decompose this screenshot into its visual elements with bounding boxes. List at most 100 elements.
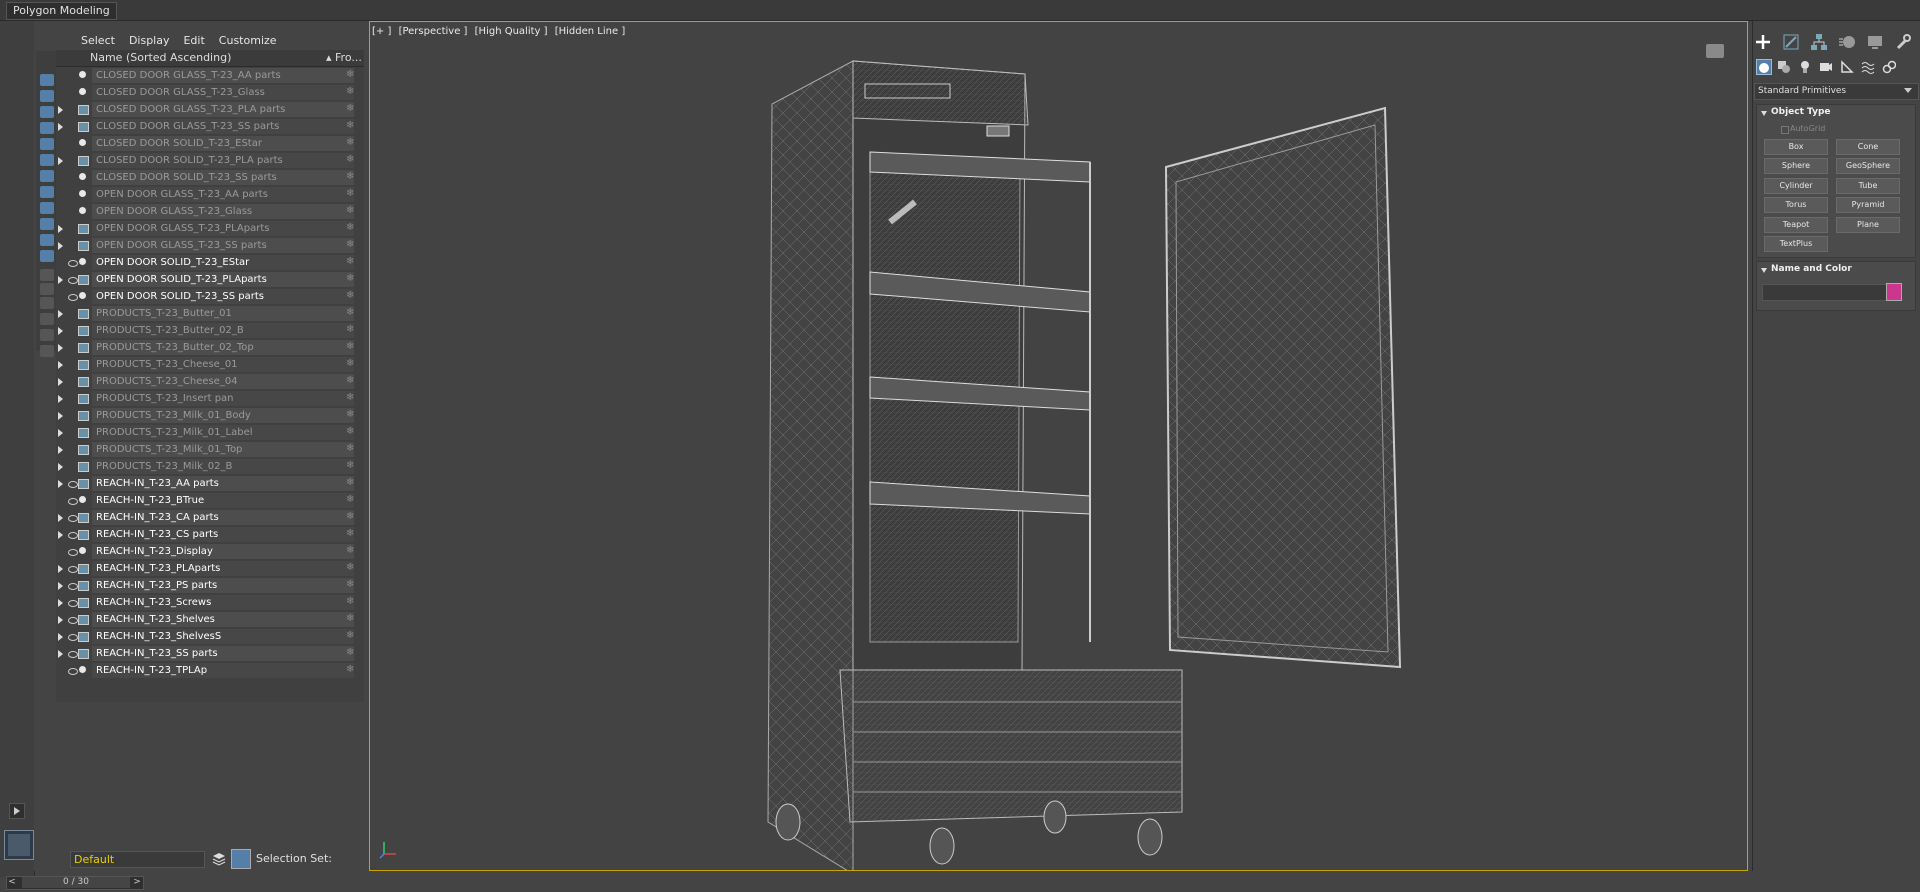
list-item[interactable]: CLOSED DOOR SOLID_T-23_SS parts ❄	[56, 169, 364, 186]
freeze-icon[interactable]: ❄	[346, 206, 356, 216]
spacewarp-filter-icon[interactable]	[40, 154, 54, 166]
visibility-eye-icon[interactable]	[68, 515, 78, 522]
freeze-icon[interactable]: ❄	[346, 410, 356, 420]
list-item[interactable]: CLOSED DOOR SOLID_T-23_EStar ❄	[56, 135, 364, 152]
freeze-icon[interactable]: ❄	[346, 87, 356, 97]
cone-button[interactable]: Cone	[1836, 139, 1900, 155]
freeze-icon[interactable]: ❄	[346, 172, 356, 182]
pyramid-button[interactable]: Pyramid	[1836, 197, 1900, 213]
light-filter-icon[interactable]	[40, 106, 54, 118]
visibility-eye-icon[interactable]	[68, 294, 78, 301]
time-slider-label[interactable]: 0 / 30	[22, 877, 130, 888]
visibility-eye-icon[interactable]	[68, 617, 78, 624]
object-name-field[interactable]	[1762, 284, 1890, 301]
show-none-icon[interactable]	[40, 283, 54, 295]
list-item[interactable]: REACH-IN_T-23_SS parts ❄	[56, 645, 364, 662]
list-item[interactable]: REACH-IN_T-23_Shelves ❄	[56, 611, 364, 628]
freeze-icon[interactable]: ❄	[346, 308, 356, 318]
expand-arrow-icon[interactable]	[58, 327, 63, 335]
filter-options-icon[interactable]	[40, 313, 54, 325]
list-item[interactable]: REACH-IN_T-23_BTrue ❄	[56, 492, 364, 509]
list-item[interactable]: PRODUCTS_T-23_Milk_01_Body ❄	[56, 407, 364, 424]
funnel-icon[interactable]	[40, 329, 54, 341]
frozen-column-header[interactable]: ▴ Fro...	[326, 50, 362, 66]
expand-arrow-icon[interactable]	[58, 650, 63, 658]
shape-filter-icon[interactable]	[40, 90, 54, 102]
freeze-icon[interactable]: ❄	[346, 461, 356, 471]
expand-arrow-icon[interactable]	[58, 276, 63, 284]
collapse-caret-icon[interactable]	[1761, 111, 1767, 116]
list-item[interactable]: OPEN DOOR SOLID_T-23_EStar ❄	[56, 254, 364, 271]
expand-arrow-icon[interactable]	[58, 310, 63, 318]
list-item[interactable]: REACH-IN_T-23_CS parts ❄	[56, 526, 364, 543]
expand-arrow-icon[interactable]	[58, 123, 63, 131]
expand-arrow-icon[interactable]	[58, 429, 63, 437]
freeze-icon[interactable]: ❄	[346, 291, 356, 301]
list-item[interactable]: PRODUCTS_T-23_Butter_02_Top ❄	[56, 339, 364, 356]
list-item[interactable]: PRODUCTS_T-23_Cheese_04 ❄	[56, 373, 364, 390]
viewport-shading-menu[interactable]: [Hidden Line ]	[555, 26, 625, 37]
list-item[interactable]: REACH-IN_T-23_Display ❄	[56, 543, 364, 560]
torus-button[interactable]: Torus	[1764, 197, 1828, 213]
group-filter-icon[interactable]	[40, 170, 54, 182]
list-item[interactable]: PRODUCTS_T-23_Milk_02_B ❄	[56, 458, 364, 475]
freeze-icon[interactable]: ❄	[346, 478, 356, 488]
expand-arrow-icon[interactable]	[58, 565, 63, 573]
freeze-icon[interactable]: ❄	[346, 563, 356, 573]
expand-arrow-icon[interactable]	[58, 480, 63, 488]
list-item[interactable]: OPEN DOOR SOLID_T-23_PLAparts ❄	[56, 271, 364, 288]
expand-arrow-icon[interactable]	[58, 395, 63, 403]
freeze-icon[interactable]: ❄	[346, 257, 356, 267]
list-item[interactable]: OPEN DOOR SOLID_T-23_SS parts ❄	[56, 288, 364, 305]
list-item[interactable]: OPEN DOOR GLASS_T-23_AA parts ❄	[56, 186, 364, 203]
bone-filter-icon[interactable]	[40, 202, 54, 214]
freeze-icon[interactable]: ❄	[346, 393, 356, 403]
freeze-icon[interactable]: ❄	[346, 121, 356, 131]
freeze-icon[interactable]: ❄	[346, 546, 356, 556]
expand-arrow-icon[interactable]	[58, 344, 63, 352]
hidden-filter-icon[interactable]	[40, 250, 54, 262]
viewport-label-menu[interactable]: [+ ] [Perspective ] [High Quality ] [Hid…	[372, 26, 629, 37]
visibility-eye-icon[interactable]	[68, 532, 78, 539]
freeze-icon[interactable]: ❄	[346, 342, 356, 352]
autogrid-checkbox[interactable]	[1781, 126, 1789, 134]
selection-set-icon[interactable]	[231, 849, 251, 869]
list-item[interactable]: REACH-IN_T-23_CA parts ❄	[56, 509, 364, 526]
cameras-category-icon[interactable]	[1819, 59, 1833, 73]
chevron-down-icon[interactable]	[1904, 88, 1912, 93]
freeze-icon[interactable]: ❄	[346, 444, 356, 454]
plane-button[interactable]: Plane	[1836, 217, 1900, 233]
helpers-category-icon[interactable]	[1840, 59, 1854, 73]
frozen-filter-icon[interactable]	[40, 234, 54, 246]
layers-icon[interactable]	[211, 851, 227, 867]
list-item[interactable]: PRODUCTS_T-23_Milk_01_Label ❄	[56, 424, 364, 441]
geometry-filter-icon[interactable]	[40, 74, 54, 86]
list-item[interactable]: REACH-IN_T-23_PS parts ❄	[56, 577, 364, 594]
expand-arrow-icon[interactable]	[58, 106, 63, 114]
name-column-header[interactable]: Name (Sorted Ascending)	[90, 50, 231, 66]
primitive-type-dropdown[interactable]: Standard Primitives	[1754, 83, 1919, 100]
list-item[interactable]: PRODUCTS_T-23_Cheese_01 ❄	[56, 356, 364, 373]
hierarchy-tab-icon[interactable]	[1810, 33, 1828, 51]
expand-arrow-icon[interactable]	[58, 378, 63, 386]
display-tab-icon[interactable]	[1866, 33, 1884, 51]
spacewarps-category-icon[interactable]	[1861, 59, 1875, 74]
show-all-icon[interactable]	[40, 269, 54, 281]
time-prev-button[interactable]: <	[7, 876, 17, 888]
list-item[interactable]: OPEN DOOR GLASS_T-23_PLAparts ❄	[56, 220, 364, 237]
viewport-quality-menu[interactable]: [High Quality ]	[475, 26, 548, 37]
list-item[interactable]: PRODUCTS_T-23_Butter_02_B ❄	[56, 322, 364, 339]
expand-arrow-icon[interactable]	[58, 633, 63, 641]
freeze-icon[interactable]: ❄	[346, 614, 356, 624]
play-icon[interactable]	[9, 803, 25, 819]
list-item[interactable]: REACH-IN_T-23_AA parts ❄	[56, 475, 364, 492]
box-button[interactable]: Box	[1764, 139, 1828, 155]
geosphere-button[interactable]: GeoSphere	[1836, 158, 1900, 174]
viewport-layout-icon[interactable]	[4, 830, 34, 860]
textplus-button[interactable]: TextPlus	[1764, 236, 1828, 252]
list-item[interactable]: CLOSED DOOR GLASS_T-23_PLA parts ❄	[56, 101, 364, 118]
freeze-icon[interactable]: ❄	[346, 648, 356, 658]
freeze-icon[interactable]: ❄	[346, 427, 356, 437]
time-next-button[interactable]: >	[132, 876, 142, 888]
freeze-icon[interactable]: ❄	[346, 223, 356, 233]
